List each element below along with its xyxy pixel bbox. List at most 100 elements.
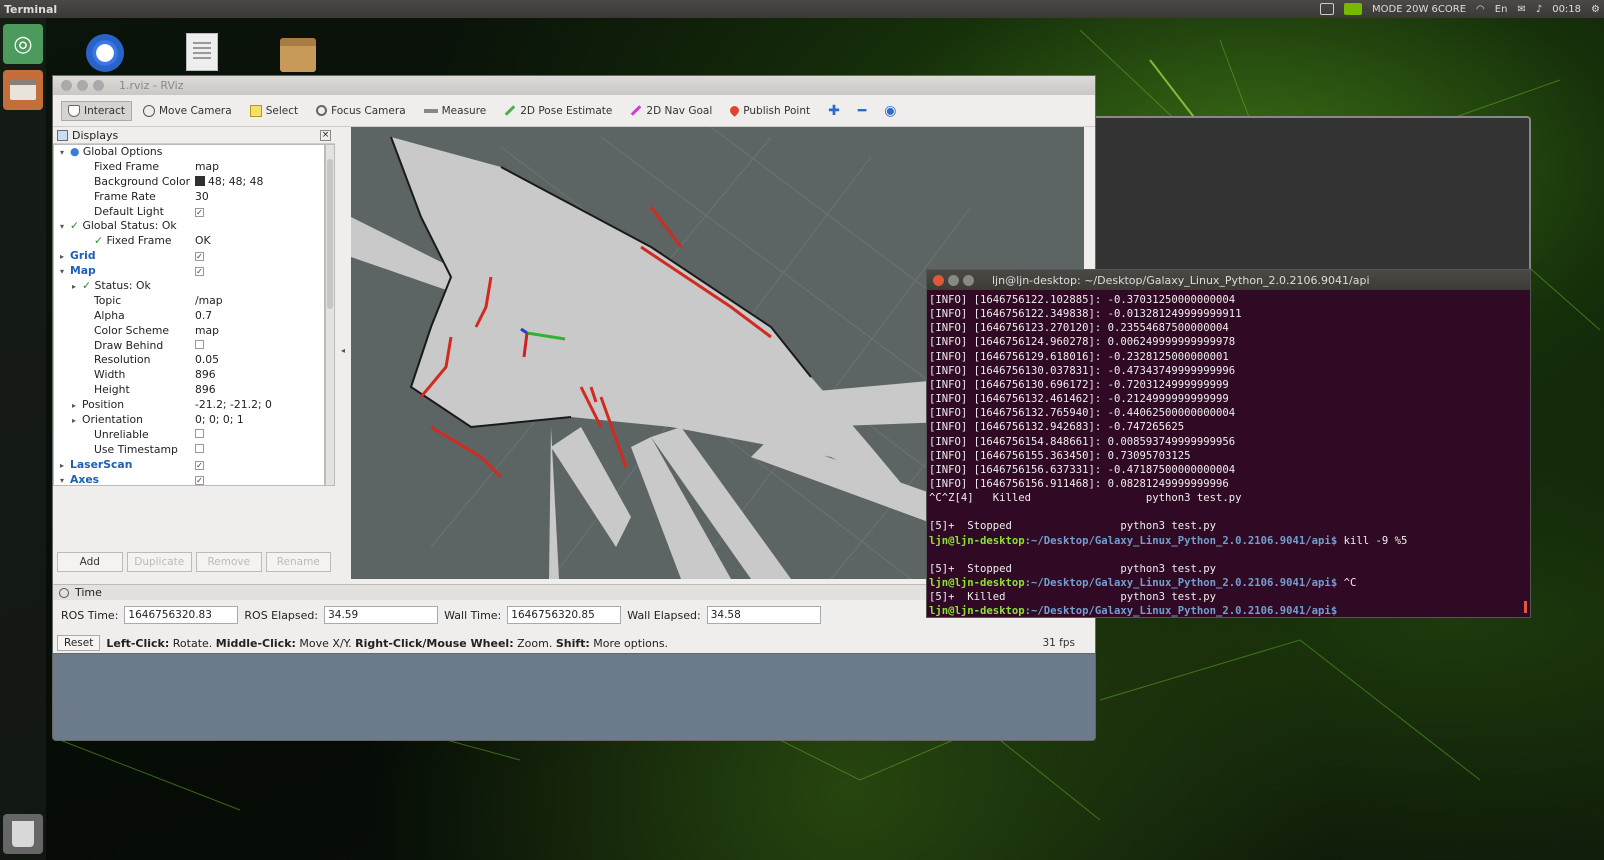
terminal-window[interactable]: ljn@ljn-desktop: ~/Desktop/Galaxy_Linux_… [926, 269, 1531, 618]
display-row[interactable]: Background Color 48; 48; 48 [54, 175, 324, 190]
settings-icon[interactable]: ⚙ [1591, 4, 1600, 15]
display-row[interactable]: Use Timestamp [54, 443, 324, 458]
focus-camera-tool[interactable]: Focus Camera [309, 101, 413, 121]
displays-scrollbar[interactable] [325, 144, 335, 486]
interact-tool[interactable]: Interact [61, 100, 132, 121]
display-row[interactable]: Height 896 [54, 383, 324, 398]
property-name: Color Scheme [94, 323, 170, 337]
display-row[interactable]: Frame Rate 30 [54, 190, 324, 205]
enable-checkbox[interactable]: ✓ [195, 252, 204, 262]
keyboard-icon[interactable] [1320, 3, 1335, 15]
maximize-button[interactable] [93, 80, 104, 91]
remove-tool-button[interactable]: ━ [851, 102, 873, 120]
language-indicator[interactable]: En [1495, 4, 1508, 15]
display-row[interactable]: ▸ LaserScan ✓ [54, 458, 324, 473]
property-value[interactable]: 896 [195, 368, 216, 381]
property-value[interactable]: /map [195, 294, 223, 307]
property-value[interactable]: 30 [195, 190, 209, 203]
property-value[interactable]: map [195, 160, 219, 173]
ros-elapsed-field[interactable]: 34.59 [324, 606, 439, 624]
terminal-output[interactable]: [INFO] [1646756122.102885]: -0.370312500… [927, 290, 1530, 619]
nvidia-icon[interactable] [1344, 3, 1363, 15]
displays-tree[interactable]: ▾ ● Global Options Fixed Frame map Backgroun… [53, 144, 325, 486]
color-swatch[interactable] [195, 175, 205, 186]
reset-button[interactable]: Reset [57, 635, 101, 651]
wall-time-label: Wall Time: [444, 608, 502, 622]
enable-checkbox[interactable] [195, 443, 204, 453]
display-row[interactable]: ▾ ✓ Global Status: Ok [54, 219, 324, 234]
move-camera-tool[interactable]: Move Camera [136, 101, 239, 121]
wall-time-field[interactable]: 1646756320.85 [507, 606, 622, 624]
wifi-icon[interactable]: ◠ [1476, 4, 1485, 15]
display-row[interactable]: ▸ ✓ Status: Ok [54, 279, 324, 294]
panel-splitter[interactable]: ◂ [341, 346, 345, 355]
display-row[interactable]: Draw Behind [54, 339, 324, 354]
display-row[interactable]: ▸ Position -21.2; -21.2; 0 [54, 398, 324, 413]
display-row[interactable]: Alpha 0.7 [54, 309, 324, 324]
wall-elapsed-field[interactable]: 34.58 [706, 606, 821, 624]
minimize-button[interactable] [77, 80, 88, 91]
terminal-line: [INFO] [1646756130.037831]: -0.473437499… [929, 364, 1236, 377]
remove-display-button[interactable]: Remove [196, 552, 262, 572]
property-value[interactable]: 0.05 [195, 353, 219, 366]
property-name: Global Status: Ok [82, 219, 177, 233]
maximize-button[interactable] [963, 274, 974, 286]
display-row[interactable]: ▸ Grid ✓ [54, 249, 324, 264]
publish-point-tool[interactable]: Publish Point [723, 101, 817, 121]
enable-checkbox[interactable] [195, 428, 204, 438]
archive-desktop-icon[interactable] [280, 38, 316, 72]
close-button[interactable] [933, 274, 944, 286]
terminal-titlebar[interactable]: ljn@ljn-desktop: ~/Desktop/Galaxy_Linux_… [927, 270, 1530, 290]
display-row[interactable]: ▾ Map ✓ [54, 264, 324, 279]
close-button[interactable] [61, 80, 72, 91]
enable-checkbox[interactable]: ✓ [195, 267, 204, 277]
measure-tool[interactable]: Measure [417, 101, 494, 121]
display-row[interactable]: ✓ Fixed Frame OK [54, 234, 324, 249]
rviz-titlebar[interactable]: 1.rviz - RViz [53, 76, 1095, 95]
add-tool-button[interactable]: ✚ [821, 102, 847, 120]
add-display-button[interactable]: Add [57, 552, 123, 572]
enable-checkbox[interactable]: ✓ [195, 207, 204, 217]
clock[interactable]: 00:18 [1552, 4, 1581, 15]
power-mode-label[interactable]: MODE 20W 6CORE [1372, 4, 1466, 15]
property-value[interactable]: map [195, 324, 219, 337]
property-value[interactable]: 896 [195, 383, 216, 396]
duplicate-display-button[interactable]: Duplicate [126, 552, 192, 572]
property-value[interactable]: OK [195, 234, 211, 247]
tool-properties-button[interactable]: ◉ [877, 102, 903, 120]
display-row[interactable]: Resolution 0.05 [54, 353, 324, 368]
display-row[interactable]: Color Scheme map [54, 324, 324, 339]
files-launcher[interactable] [3, 70, 43, 110]
document-desktop-icon[interactable] [186, 33, 218, 71]
display-row[interactable]: Unreliable [54, 428, 324, 443]
display-row[interactable]: Fixed Frame map [54, 160, 324, 175]
display-row[interactable]: Topic/map [54, 294, 324, 309]
volume-icon[interactable]: ♪ [1536, 4, 1542, 15]
pose-estimate-tool[interactable]: 2D Pose Estimate [497, 101, 619, 121]
property-value[interactable]: 48; 48; 48 [208, 175, 263, 188]
property-value[interactable]: -21.2; -21.2; 0 [195, 398, 272, 411]
display-row[interactable]: ▾ Axes ✓ [54, 473, 324, 485]
rename-display-button[interactable]: Rename [265, 552, 331, 572]
ubuntu-home-button[interactable]: ◎ [3, 24, 43, 64]
property-value[interactable]: 0; 0; 0; 1 [195, 413, 244, 426]
display-row[interactable]: ▾ ● Global Options [54, 145, 324, 160]
display-row[interactable]: Default Light ✓ [54, 205, 324, 220]
select-tool[interactable]: Select [243, 101, 305, 121]
property-value[interactable]: 0.7 [195, 309, 212, 322]
display-row[interactable]: Width 896 [54, 368, 324, 383]
enable-checkbox[interactable]: ✓ [195, 460, 204, 470]
enable-checkbox[interactable] [195, 339, 204, 349]
displays-header: Displays × [53, 128, 335, 144]
close-panel-icon[interactable]: × [320, 130, 331, 141]
display-row[interactable]: ▸ Orientation 0; 0; 0; 1 [54, 413, 324, 428]
nav-goal-tool[interactable]: 2D Nav Goal [623, 101, 719, 121]
trash-launcher[interactable] [3, 814, 43, 854]
globe-icon: ● [70, 145, 83, 158]
ros-time-field[interactable]: 1646756320.83 [124, 606, 239, 624]
terminal-line: ljn@ljn-desktop:~/Desktop/Galaxy_Linux_P… [929, 577, 1357, 590]
chromium-desktop-icon[interactable] [86, 34, 124, 72]
minimize-button[interactable] [948, 274, 959, 286]
mail-icon[interactable]: ✉ [1517, 4, 1525, 15]
enable-checkbox[interactable]: ✓ [195, 475, 204, 485]
